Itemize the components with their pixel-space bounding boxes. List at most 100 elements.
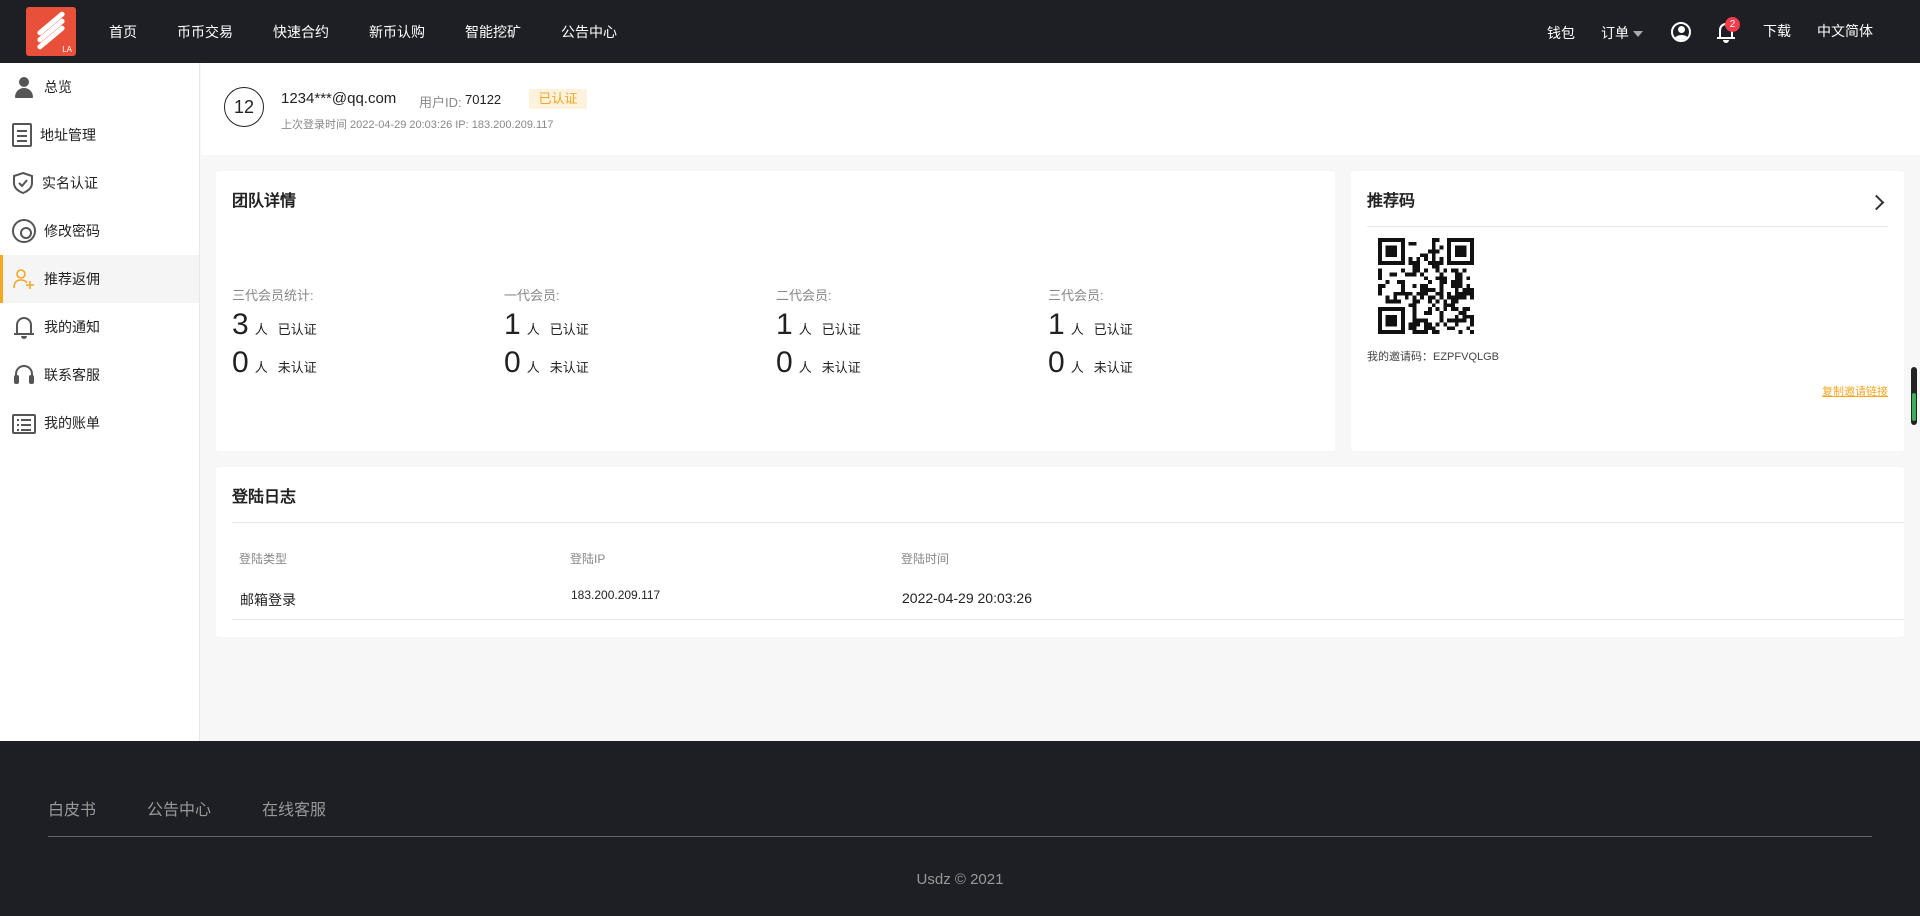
qr-module — [1470, 261, 1474, 265]
nav-quick-contract[interactable]: 快速合约 — [273, 22, 329, 42]
scrollbar-thumb[interactable] — [1911, 367, 1917, 425]
qr-module — [1424, 318, 1428, 323]
qr-module — [1401, 249, 1405, 254]
team-stat-level1: 一代会员: 1 人已认证 0 人未认证 — [504, 285, 764, 380]
language-selector[interactable]: 中文简体 — [1817, 21, 1873, 41]
row-divider — [232, 619, 1904, 620]
qr-module — [1427, 307, 1432, 311]
qr-module — [1424, 291, 1428, 296]
qr-module — [1385, 295, 1390, 300]
qr-module — [1416, 299, 1421, 304]
qr-module — [1401, 268, 1405, 273]
qr-module — [1447, 249, 1451, 254]
footer-announcements[interactable]: 公告中心 — [147, 796, 211, 820]
qr-module — [1454, 295, 1459, 300]
sidebar-item-identity-verification[interactable]: 实名认证 — [0, 159, 199, 207]
nav-new-coin-subscription[interactable]: 新币认购 — [369, 22, 425, 42]
qr-module — [1454, 318, 1459, 323]
qr-module — [1439, 295, 1444, 300]
qr-module — [1385, 322, 1390, 327]
qr-module — [1404, 291, 1409, 296]
qr-module — [1408, 241, 1413, 246]
invite-code: 我的邀请码：EZPFVQLGB — [1367, 351, 1500, 363]
qr-module — [1462, 291, 1467, 296]
qr-module — [1378, 326, 1382, 331]
qr-module — [1466, 307, 1471, 311]
qr-module — [1450, 299, 1455, 304]
qr-module — [1450, 318, 1455, 323]
qr-module — [1470, 291, 1474, 296]
qr-module — [1454, 249, 1459, 254]
user-account-icon[interactable] — [1671, 22, 1691, 42]
qr-module — [1389, 307, 1394, 311]
qr-module — [1397, 307, 1402, 311]
nav-spot-trading[interactable]: 币币交易 — [177, 22, 233, 42]
qr-module — [1389, 261, 1394, 265]
qr-module — [1385, 330, 1390, 334]
copy-invite-link[interactable]: 复制邀请链接 — [1822, 383, 1888, 399]
sidebar-item-customer-service[interactable]: 联系客服 — [0, 351, 199, 399]
qr-module — [1393, 307, 1398, 311]
qr-module — [1408, 261, 1413, 265]
qr-module — [1443, 303, 1448, 308]
qr-module — [1462, 249, 1467, 254]
sidebar-item-address-management[interactable]: 地址管理 — [0, 111, 199, 159]
footer-online-support[interactable]: 在线客服 — [262, 796, 326, 820]
qr-module — [1424, 310, 1428, 315]
chevron-right-icon[interactable] — [1868, 194, 1885, 211]
qr-module — [1397, 261, 1402, 265]
sidebar-item-label: 地址管理 — [40, 127, 96, 143]
nav-orders-dropdown[interactable]: 订单 — [1601, 23, 1643, 43]
qr-module — [1378, 284, 1382, 288]
sidebar-item-overview[interactable]: 总览 — [0, 63, 199, 111]
nav-wallet[interactable]: 钱包 — [1547, 23, 1575, 43]
qr-module — [1401, 287, 1405, 292]
qr-module — [1424, 287, 1428, 292]
login-time-cell: 2022-04-29 20:03:26 — [902, 590, 1032, 606]
qr-module — [1454, 253, 1459, 258]
qr-module — [1454, 280, 1459, 285]
qr-module — [1435, 268, 1440, 273]
qr-module — [1435, 249, 1440, 254]
qr-module — [1439, 276, 1444, 281]
qr-module — [1447, 257, 1451, 262]
sidebar-item-notifications[interactable]: 我的通知 — [0, 303, 199, 351]
nav-download[interactable]: 下载 — [1763, 21, 1791, 41]
qr-module — [1454, 245, 1459, 250]
qr-module — [1378, 307, 1382, 311]
qr-module — [1401, 307, 1405, 311]
qr-module — [1385, 253, 1390, 258]
user-id-label: 用户ID: — [419, 95, 462, 110]
brand-logo[interactable]: LA — [26, 7, 76, 56]
qr-module — [1420, 284, 1425, 288]
qr-module — [1458, 284, 1463, 288]
qr-module — [1439, 310, 1444, 315]
sidebar-item-referral-rebate[interactable]: 推荐返佣 — [0, 255, 199, 303]
nav-announcements[interactable]: 公告中心 — [561, 22, 617, 42]
qr-module — [1427, 287, 1432, 292]
footer-whitepaper[interactable]: 白皮书 — [48, 796, 96, 820]
qr-module — [1454, 322, 1459, 327]
verified-count: 3 — [232, 308, 249, 341]
qr-module — [1412, 322, 1417, 327]
qr-module — [1393, 314, 1398, 319]
qr-module — [1443, 268, 1448, 273]
sidebar-item-change-password[interactable]: 修改密码 — [0, 207, 199, 255]
qr-module — [1385, 249, 1390, 254]
qr-module — [1462, 287, 1467, 292]
qr-module — [1408, 272, 1413, 277]
nav-home[interactable]: 首页 — [109, 22, 137, 42]
qr-module — [1454, 238, 1459, 242]
document-icon — [12, 123, 32, 147]
profile-header: 12 1234***@qq.com 用户ID: 70122 已认证 上次登录时间… — [201, 63, 1920, 155]
qr-module — [1431, 249, 1436, 254]
qr-module — [1439, 257, 1444, 262]
qr-module — [1404, 295, 1409, 300]
qr-module — [1450, 303, 1455, 308]
qr-module — [1416, 257, 1421, 262]
qr-module — [1378, 314, 1382, 319]
nav-smart-mining[interactable]: 智能挖矿 — [465, 22, 521, 42]
qr-module — [1424, 253, 1428, 258]
qr-module — [1470, 318, 1474, 323]
sidebar-item-my-bills[interactable]: 我的账单 — [0, 399, 199, 447]
